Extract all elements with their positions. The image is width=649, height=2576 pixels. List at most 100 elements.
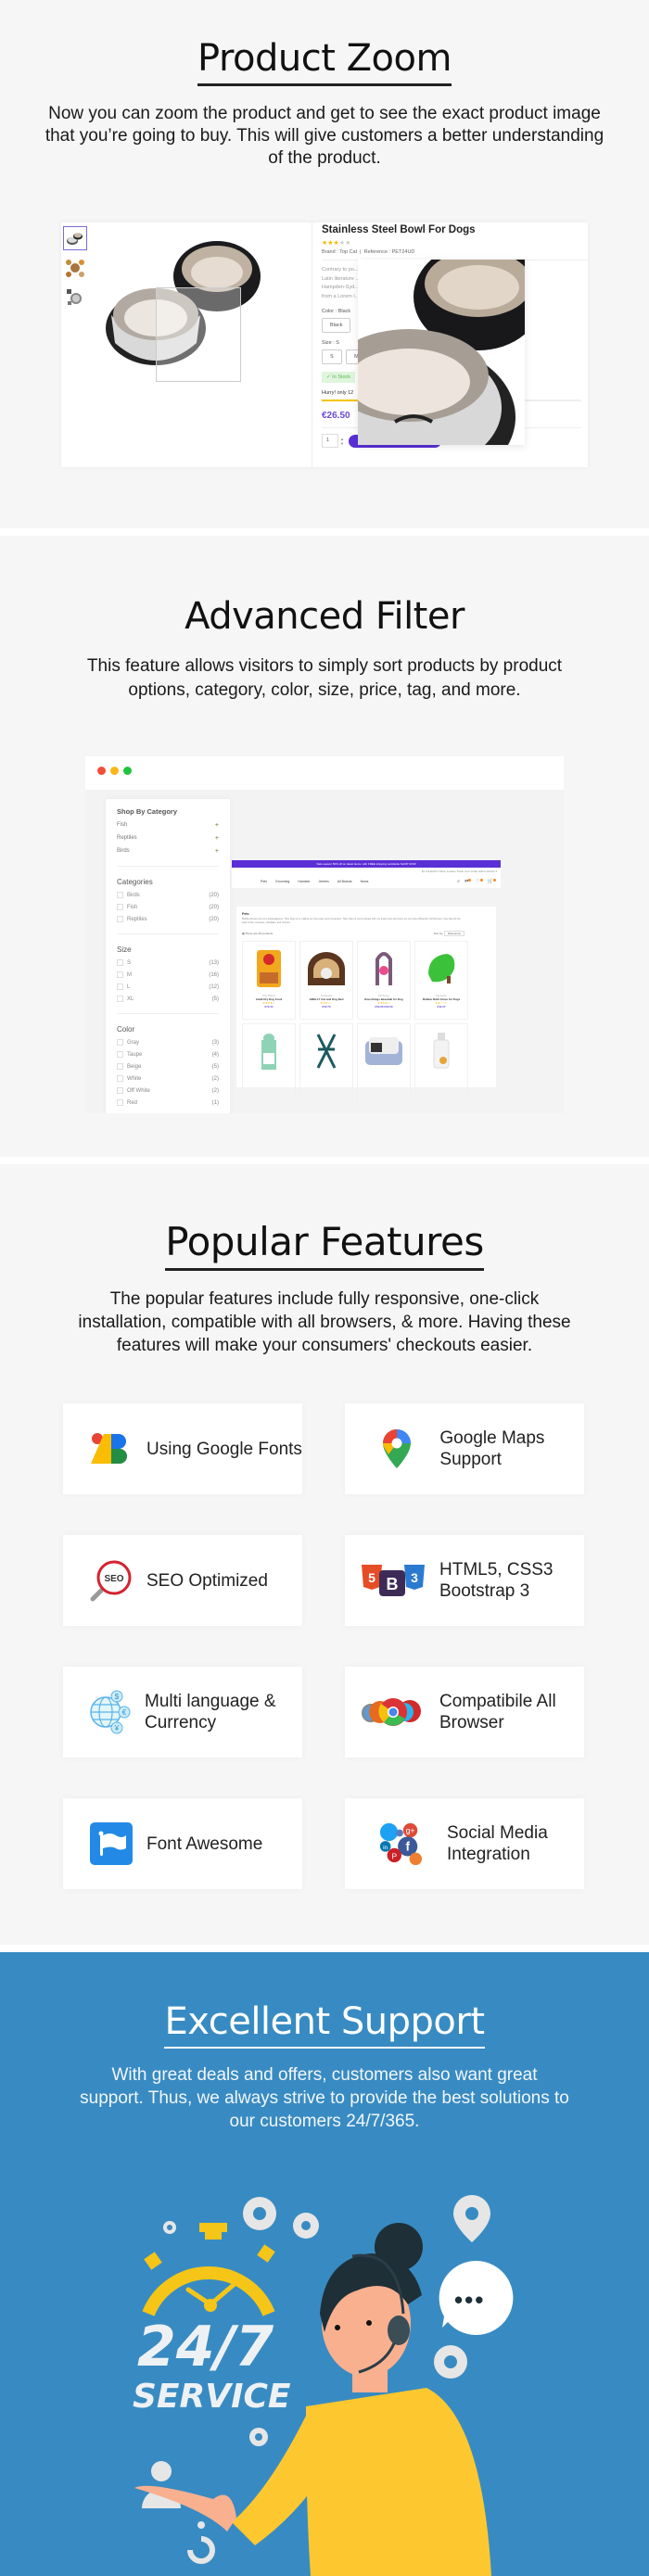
product-image[interactable] — [360, 1027, 408, 1075]
product-image[interactable] — [417, 1027, 465, 1075]
category-content: Pets Mobile phones are very advantageous… — [236, 907, 496, 1102]
search-icon[interactable]: ⌕ — [457, 879, 460, 884]
color-filter-option[interactable]: Taupe (4) — [117, 1051, 219, 1058]
shop-category-item[interactable]: Fish + — [117, 822, 219, 829]
checkbox[interactable] — [117, 1099, 123, 1106]
thumbnail[interactable] — [63, 286, 87, 310]
compare-icon[interactable]: ⇄ — [464, 879, 472, 884]
expand-plus-icon[interactable]: + — [215, 848, 219, 855]
quantity-input[interactable]: 1 — [322, 434, 338, 448]
feature-card: SEO SEO Optimized — [63, 1535, 302, 1626]
quantity-stepper[interactable]: ▲ ▼ — [340, 437, 344, 446]
shop-category-item[interactable]: Birds + — [117, 848, 219, 855]
checkbox[interactable] — [117, 1075, 123, 1082]
category-filter-option[interactable]: Reptiles (20) — [117, 916, 219, 922]
popular-features-section: Popular Features The popular features in… — [0, 1164, 649, 1945]
checkbox[interactable] — [117, 1087, 123, 1094]
nav-icons: ⌕ ⇄ ♡ 🛒 — [457, 879, 496, 884]
grid-view-icon[interactable]: ▦ — [242, 932, 245, 935]
minimize-window-dot — [110, 767, 119, 775]
section-description: Now you can zoom the product and get to … — [45, 104, 604, 168]
section-description: The popular features include fully respo… — [78, 1289, 571, 1355]
checkbox[interactable] — [117, 959, 123, 966]
checkbox[interactable] — [117, 971, 123, 978]
color-filter-option[interactable]: Red (1) — [117, 1099, 219, 1106]
seo-icon: SEO — [89, 1558, 134, 1603]
size-filter-option[interactable]: S (13) — [117, 959, 219, 966]
product-card[interactable] — [242, 1023, 296, 1102]
advanced-filter-section: Advanced Filter This feature allows visi… — [0, 536, 649, 1157]
nav-item-pets[interactable]: Pets — [261, 880, 267, 883]
svg-text:¥: ¥ — [114, 1724, 120, 1732]
product-card[interactable]: Only Pattern Adult Dry Dog Food ★★★★☆ €73.4… — [242, 941, 296, 1020]
checkbox[interactable] — [117, 1063, 123, 1070]
nav-item-hamster[interactable]: Hamster — [298, 880, 310, 883]
section-description: With great deals and offers, customers a… — [80, 2065, 569, 2131]
product-card[interactable]: Pet Sense Rubber Bath Glove for Dogs ★★☆☆☆… — [414, 941, 468, 1020]
expand-plus-icon[interactable]: + — [215, 822, 219, 829]
filter-option-count: (5) — [211, 996, 219, 1002]
product-main-image[interactable] — [98, 222, 312, 467]
shop-category-item[interactable]: Reptiles + — [117, 835, 219, 842]
checkbox[interactable] — [117, 904, 123, 910]
wishlist-icon[interactable]: ♡ — [476, 879, 483, 884]
stock-badge: ✓ In Stock — [322, 372, 356, 383]
product-card[interactable]: Pet Sense Boosthings Baseball for Dog ★★★★… — [357, 941, 411, 1020]
promo-banner[interactable]: Sale season 50% off on latest items, wit… — [232, 860, 501, 868]
feature-label: Multi language & Currency — [145, 1692, 276, 1732]
product-card[interactable] — [414, 1023, 468, 1102]
color-filter-option[interactable]: White (2) — [117, 1075, 219, 1082]
thumbnail[interactable] — [63, 226, 87, 250]
svg-text:f: f — [405, 1840, 410, 1854]
color-filter-option[interactable]: Gray (3) — [117, 1039, 219, 1046]
product-card[interactable]: Pet Empire GRELLY Cat and Dog Bed ★★★☆☆ €50… — [299, 941, 353, 1020]
support-illustration: 24/7 SERVICE ••• — [93, 2175, 556, 2576]
size-filter-option[interactable]: XL (5) — [117, 996, 219, 1002]
nav-item-news[interactable]: News — [361, 880, 369, 883]
color-option-black[interactable]: Black — [322, 318, 351, 333]
product-image[interactable] — [245, 945, 293, 993]
zoom-lens[interactable] — [156, 287, 241, 382]
color-filter-option[interactable]: Off White (2) — [117, 1087, 219, 1094]
product-card[interactable] — [357, 1023, 411, 1102]
checkbox[interactable] — [117, 983, 123, 990]
color-filter-option[interactable]: Beige (5) — [117, 1063, 219, 1070]
product-image[interactable] — [302, 1027, 350, 1075]
category-filter-option[interactable]: Fish (20) — [117, 904, 219, 910]
checkbox[interactable] — [117, 1039, 123, 1046]
product-image[interactable] — [360, 945, 408, 993]
section-title: Excellent Support — [164, 1999, 485, 2049]
checkbox[interactable] — [117, 892, 123, 898]
product-image[interactable] — [245, 1027, 293, 1075]
size-option-s[interactable]: S — [322, 349, 342, 364]
product-zoom-section: Product Zoom Now you can zoom the produc… — [0, 0, 649, 528]
checkbox[interactable] — [117, 1051, 123, 1058]
product-image[interactable] — [417, 945, 465, 993]
product-image[interactable] — [302, 945, 350, 993]
feature-label: Compatibile All Browser — [439, 1692, 556, 1732]
filter-option-label: XL — [127, 996, 134, 1002]
feature-card: 5B3 HTML5, CSS3 Bootstrap 3 — [345, 1535, 584, 1626]
section-title: Popular Features — [165, 1218, 484, 1271]
category-filter-option[interactable]: Birds (20) — [117, 892, 219, 898]
font-awesome-flag-icon — [89, 1821, 134, 1866]
filter-option-count: (1) — [211, 1099, 219, 1106]
nav-item-jerkies[interactable]: Jerkies — [319, 880, 329, 883]
thumbnail[interactable] — [63, 256, 87, 280]
nav-item-grooming[interactable]: Grooming — [275, 880, 289, 883]
checkbox[interactable] — [117, 916, 123, 922]
size-filter-option[interactable]: M (16) — [117, 971, 219, 978]
category-title: Pets — [242, 912, 249, 916]
size-filter-option[interactable]: L (12) — [117, 983, 219, 990]
category-description: Mobile phones are very advantageous. The… — [242, 918, 461, 924]
cart-icon[interactable]: 🛒 — [488, 879, 496, 884]
filter-option-count: (16) — [209, 971, 219, 978]
filter-option-label: M — [127, 971, 132, 978]
sort-select[interactable]: Relevance — [443, 931, 464, 936]
checkbox[interactable] — [117, 996, 123, 1002]
expand-plus-icon[interactable]: + — [215, 835, 219, 842]
nav-item-all-brands[interactable]: All Brands — [337, 880, 352, 883]
product-card[interactable] — [299, 1023, 353, 1102]
shop-by-category-title: Shop By Category — [117, 807, 178, 816]
maximize-window-dot — [123, 767, 132, 775]
